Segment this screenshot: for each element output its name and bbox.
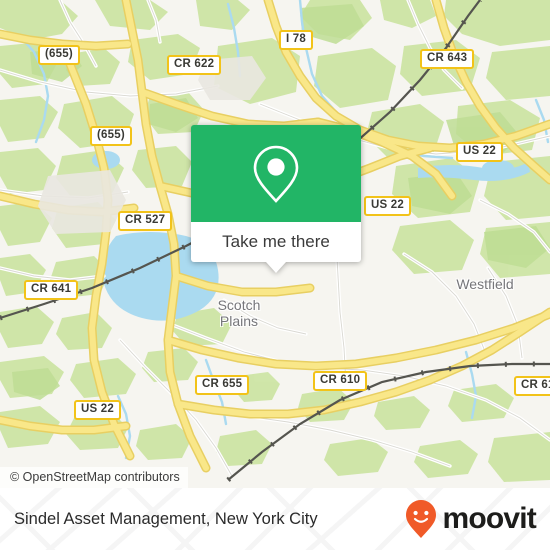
place-label-scotch-plains: Scotch Plains xyxy=(217,297,261,329)
take-me-there-label: Take me there xyxy=(222,232,330,251)
destination-callout[interactable]: Take me there xyxy=(191,125,361,273)
shield-cr-643[interactable]: CR 643 xyxy=(420,49,475,69)
shield-655-north[interactable]: (655) xyxy=(38,45,80,65)
shield-cr-655[interactable]: CR 655 xyxy=(195,375,250,395)
map-canvas[interactable]: Scotch Plains Westfield (655) CR 622 I 7… xyxy=(0,0,550,488)
shield-us-22-east[interactable]: US 22 xyxy=(456,142,503,162)
shield-us-22-mid[interactable]: US 22 xyxy=(364,196,411,216)
shield-us-22-west[interactable]: US 22 xyxy=(74,400,121,420)
shield-655-south[interactable]: (655) xyxy=(90,126,132,146)
shield-i-78[interactable]: I 78 xyxy=(279,30,313,50)
callout-action-bar[interactable]: Take me there xyxy=(191,222,361,262)
osm-attribution[interactable]: © OpenStreetMap contributors xyxy=(0,467,188,488)
shield-cr-613[interactable]: CR 613 xyxy=(514,376,550,396)
callout-pointer xyxy=(266,262,286,273)
callout-header xyxy=(191,125,361,222)
moovit-smiley-pin-icon xyxy=(406,500,437,538)
shield-cr-641[interactable]: CR 641 xyxy=(24,280,79,300)
place-label-westfield: Westfield xyxy=(456,276,514,292)
footer-bar: Sindel Asset Management, New York City m… xyxy=(0,488,550,550)
page-title: Sindel Asset Management, New York City xyxy=(14,509,318,528)
location-pin-icon xyxy=(253,145,299,203)
shield-cr-527[interactable]: CR 527 xyxy=(118,211,173,231)
shield-cr-622[interactable]: CR 622 xyxy=(167,55,222,75)
moovit-brand[interactable]: moovit xyxy=(404,488,537,550)
shield-cr-610[interactable]: CR 610 xyxy=(313,371,368,391)
moovit-wordmark: moovit xyxy=(442,502,536,535)
